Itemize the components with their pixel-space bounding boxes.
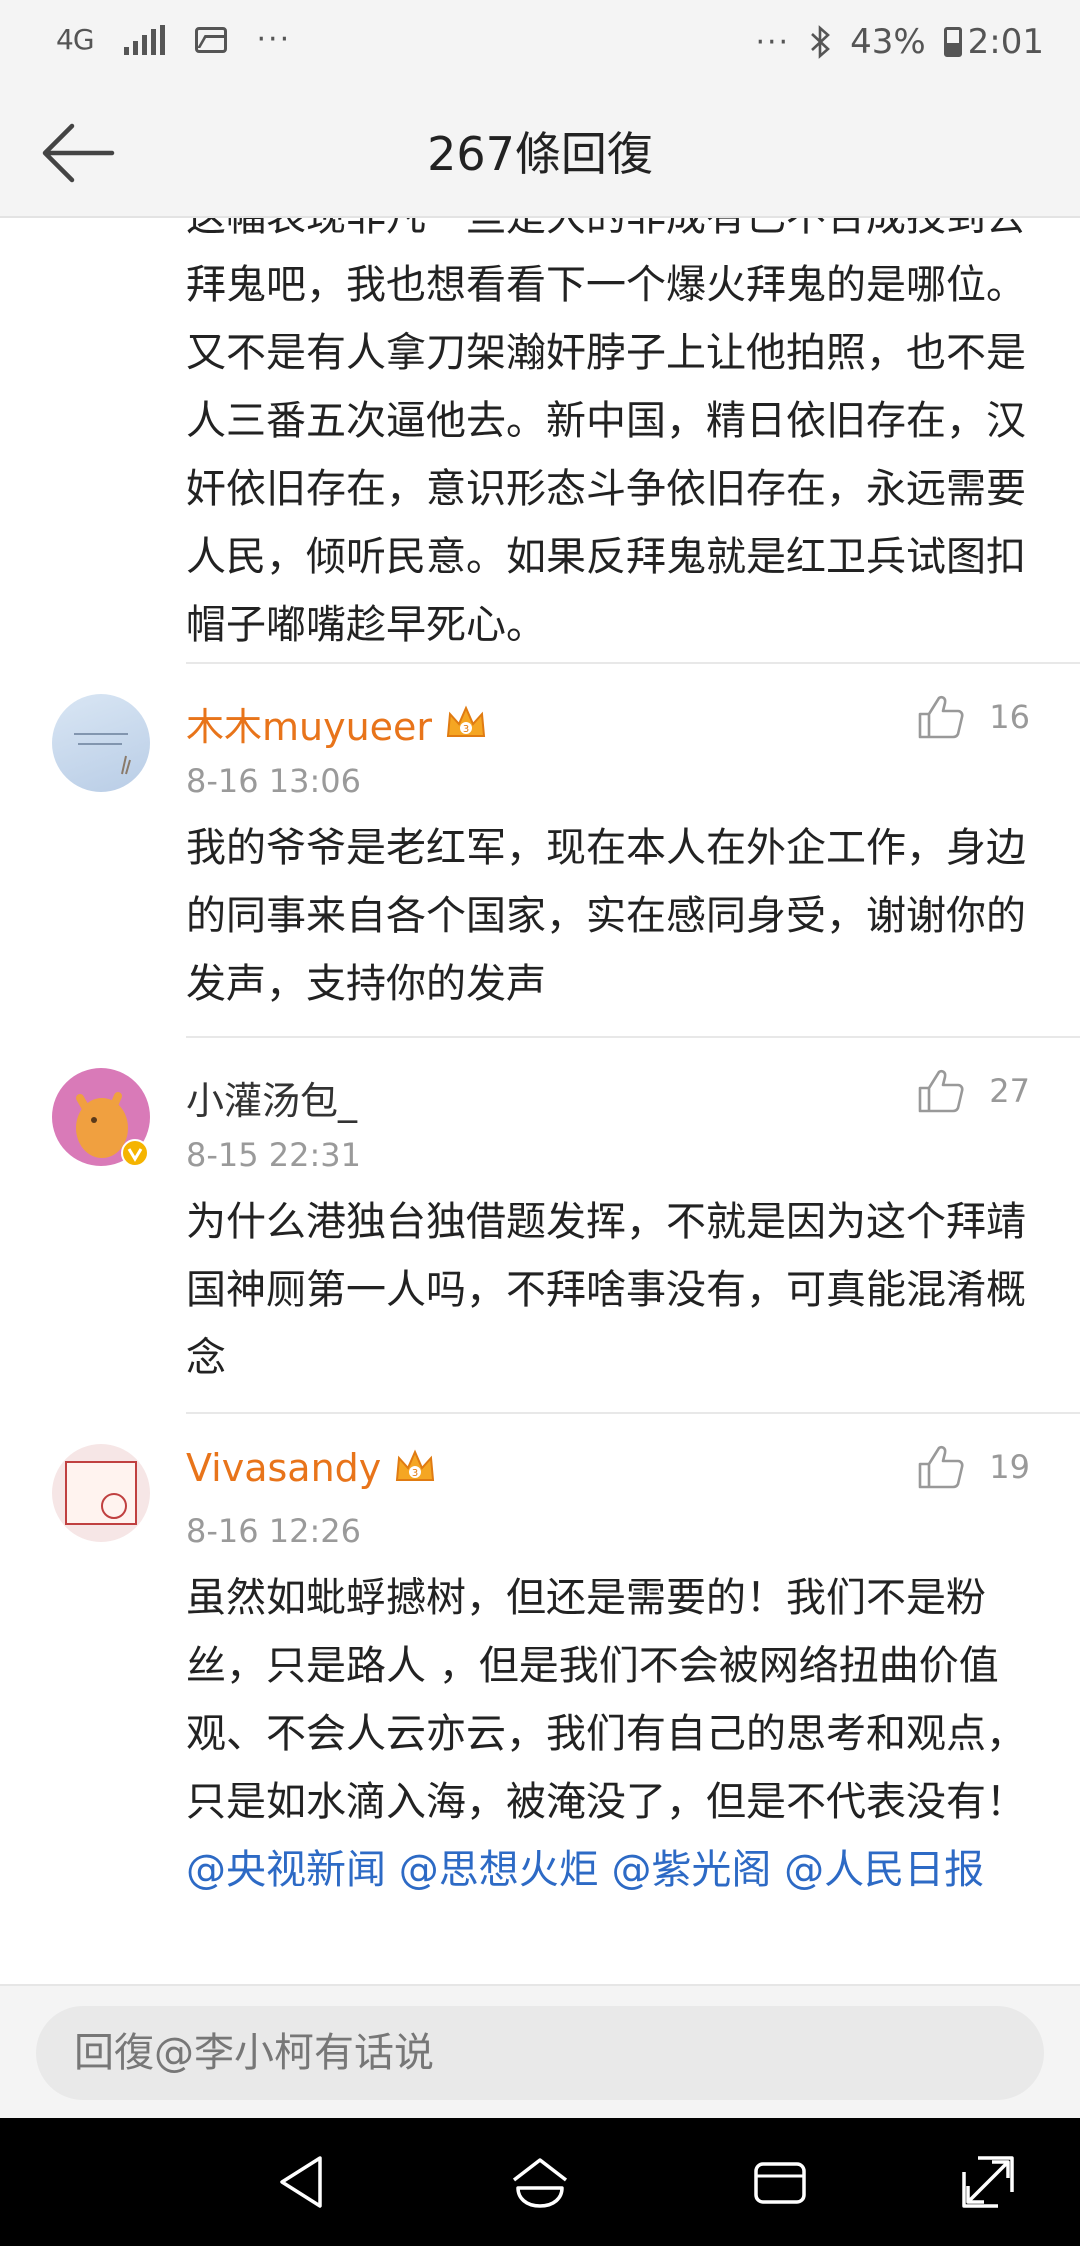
mention-link[interactable]: @人民日报 (784, 1847, 984, 1893)
svg-text:3: 3 (463, 724, 469, 735)
clock: 2:01 (967, 22, 1044, 62)
comment-text: 虽然如蚍蜉撼树，但还是需要的！我们不是粉丝，只是路人 ，但是我们不会被网络扭曲价… (186, 1564, 1036, 1904)
avatar[interactable] (52, 1444, 150, 1542)
battery-percent: 43% (850, 22, 926, 62)
vip-crown-icon: 3 (396, 1449, 435, 1481)
system-nav-bar (0, 2118, 1080, 2246)
like-button[interactable]: 16 (917, 694, 1030, 740)
nav-expand-button[interactable] (956, 2150, 1020, 2214)
status-bar: 4G ··· ··· 43% 2:01 (0, 0, 1080, 90)
like-button[interactable]: 19 (917, 1444, 1030, 1490)
nav-recents-button[interactable] (748, 2150, 812, 2214)
comment-time: 8-15 22:31 (186, 1136, 362, 1174)
like-count: 16 (989, 698, 1030, 736)
reply-bar: 回復@李小柯有话说 (0, 1984, 1080, 2118)
more-notifications-icon: ··· (256, 22, 292, 57)
username[interactable]: Vivasandy (186, 1446, 381, 1490)
comment-time: 8-16 13:06 (186, 762, 362, 800)
comment-time: 8-16 12:26 (186, 1512, 362, 1550)
username[interactable]: 木木muyueer (186, 696, 432, 751)
mention-link[interactable]: @思想火炬 (399, 1847, 599, 1893)
comment-text: 我的爷爷是老红军，现在本人在外企工作，身边的同事来自各个国家，实在感同身受，谢谢… (186, 825, 1026, 1007)
like-button[interactable]: 27 (917, 1068, 1030, 1114)
thumbs-up-icon (918, 1069, 964, 1113)
network-indicator: 4G (56, 23, 95, 56)
nav-back-button[interactable] (270, 2150, 334, 2214)
nav-home-button[interactable] (508, 2150, 572, 2214)
divider (186, 1036, 1080, 1038)
signal-icon (123, 24, 165, 55)
continued-comment-text: 这幅表现非凡一些是大的非成有已不合成技到去拜鬼吧，我也想看看下一个爆火拜鬼的是哪… (186, 218, 1026, 648)
like-count: 19 (989, 1448, 1030, 1486)
avatar[interactable] (52, 694, 150, 792)
header: 267條回復 (0, 90, 1080, 218)
nav-back-icon (280, 2156, 322, 2208)
bluetooth-icon (811, 25, 830, 59)
comment-text: 为什么港独台独借题发挥，不就是因为这个拜靖国神厕第一人吗，不拜啥事没有，可真能混… (186, 1199, 1026, 1381)
reply-input[interactable]: 回復@李小柯有话说 (36, 2006, 1044, 2100)
image-notification-icon (194, 26, 227, 53)
mention-link[interactable]: @紫光阁 (611, 1847, 771, 1893)
thumbs-up-icon (918, 695, 964, 739)
divider (186, 662, 1080, 664)
verified-badge-icon (121, 1139, 149, 1167)
status-more-icon: ··· (755, 24, 791, 60)
page-title: 267條回復 (427, 127, 653, 181)
nav-recents-icon (754, 2162, 806, 2204)
avatar-image (74, 733, 131, 775)
like-count: 27 (989, 1072, 1030, 1110)
battery-icon (943, 27, 962, 57)
avatar-image (65, 1461, 137, 1525)
nav-home-icon (512, 2158, 568, 2208)
mention-link[interactable]: @央视新闻 (186, 1847, 386, 1893)
username[interactable]: 小灌汤包_ (186, 1070, 357, 1125)
svg-text:3: 3 (412, 1468, 418, 1479)
expand-arrows-icon (962, 2156, 1014, 2208)
vip-crown-icon: 3 (446, 705, 486, 737)
divider (186, 1412, 1080, 1414)
comment-list[interactable]: 这幅表现非凡一些是大的非成有已不合成技到去拜鬼吧，我也想看看下一个爆火拜鬼的是哪… (0, 218, 1080, 1984)
comment-body: 虽然如蚍蜉撼树，但还是需要的！我们不是粉丝，只是路人 ，但是我们不会被网络扭曲价… (186, 1575, 1026, 1825)
thumbs-up-icon (918, 1445, 964, 1489)
